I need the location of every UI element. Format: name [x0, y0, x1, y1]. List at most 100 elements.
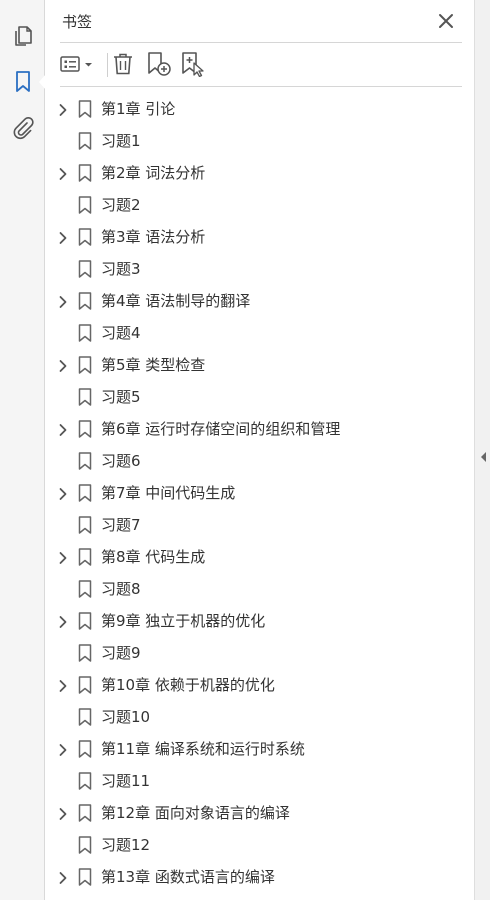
bookmark-label[interactable]: 第12章 面向对象语言的编译 — [101, 803, 290, 823]
bookmark-label[interactable]: 第11章 编译系统和运行时系统 — [101, 739, 305, 759]
bookmark-label[interactable]: 习题12 — [101, 835, 150, 855]
new-bookmark-button[interactable] — [146, 50, 172, 78]
bookmark-icon — [78, 612, 92, 630]
navigation-rail — [0, 0, 45, 900]
chevron-right-icon[interactable] — [58, 358, 68, 372]
bookmark-label[interactable]: 第6章 运行时存储空间的组织和管理 — [101, 419, 340, 439]
bookmark-icon — [78, 772, 92, 790]
bookmark-icon — [78, 868, 92, 886]
chevron-right-icon[interactable] — [58, 550, 68, 564]
bookmark-label[interactable]: 第7章 中间代码生成 — [101, 483, 235, 503]
bookmark-item[interactable]: 习题9 — [46, 637, 474, 669]
bookmark-icon — [78, 580, 92, 598]
bookmark-label[interactable]: 第9章 独立于机器的优化 — [101, 611, 265, 631]
bookmark-label[interactable]: 习题6 — [101, 451, 141, 471]
new-bookmark-from-structure-button[interactable] — [180, 50, 206, 78]
bookmark-icon — [78, 196, 92, 214]
panel-splitter[interactable] — [474, 0, 490, 900]
bookmark-label[interactable]: 习题10 — [101, 707, 150, 727]
delete-button[interactable] — [112, 50, 134, 78]
bookmark-item[interactable]: 第3章 语法分析 — [46, 221, 474, 253]
chevron-right-icon[interactable] — [58, 806, 68, 820]
bookmark-icon — [78, 420, 92, 438]
bookmark-label[interactable]: 第13章 函数式语言的编译 — [101, 867, 275, 887]
bookmark-icon — [78, 804, 92, 822]
bookmark-icon — [78, 484, 92, 502]
bookmark-item[interactable]: 习题10 — [46, 701, 474, 733]
bookmark-item[interactable]: 第13章 函数式语言的编译 — [46, 861, 474, 893]
attachment-icon[interactable] — [9, 114, 37, 142]
new-bookmark-icon — [148, 52, 171, 76]
options-menu-icon — [60, 56, 92, 72]
bookmark-label[interactable]: 第4章 语法制导的翻译 — [101, 291, 250, 311]
chevron-right-icon[interactable] — [58, 742, 68, 756]
close-icon[interactable] — [437, 12, 455, 30]
bookmark-item[interactable]: 习题12 — [46, 829, 474, 861]
bookmark-label[interactable]: 习题7 — [101, 515, 141, 535]
chevron-right-icon[interactable] — [58, 294, 68, 308]
bookmark-icon — [78, 164, 92, 182]
bookmarks-toolbar — [60, 50, 360, 80]
bookmark-icon — [78, 516, 92, 534]
bookmark-icon — [78, 740, 92, 758]
bookmark-item[interactable]: 第5章 类型检查 — [46, 349, 474, 381]
bookmark-item[interactable]: 习题5 — [46, 381, 474, 413]
bookmark-icon — [78, 676, 92, 694]
chevron-right-icon[interactable] — [58, 614, 68, 628]
bookmark-item[interactable]: 第7章 中间代码生成 — [46, 477, 474, 509]
bookmark-label[interactable]: 习题11 — [101, 771, 150, 791]
bookmark-item[interactable]: 第9章 独立于机器的优化 — [46, 605, 474, 637]
bookmark-item[interactable]: 第12章 面向对象语言的编译 — [46, 797, 474, 829]
bookmark-icon — [78, 548, 92, 566]
delete-icon — [114, 53, 132, 75]
bookmark-item[interactable]: 第8章 代码生成 — [46, 541, 474, 573]
chevron-right-icon[interactable] — [58, 486, 68, 500]
bookmark-item[interactable]: 习题8 — [46, 573, 474, 605]
bookmark-label[interactable]: 习题2 — [101, 195, 141, 215]
bookmark-item[interactable]: 习题7 — [46, 509, 474, 541]
bookmarks-panel: 书签 第1章 引论 习题1 第2章 词法分析 习题2 第3章 语法分析 习题3 … — [46, 0, 474, 900]
new-bookmark-from-structure-icon — [182, 52, 204, 77]
bookmark-icon — [78, 836, 92, 854]
chevron-right-icon[interactable] — [58, 102, 68, 116]
collapse-arrow-icon[interactable] — [481, 452, 486, 462]
bookmark-label[interactable]: 第8章 代码生成 — [101, 547, 205, 567]
bookmark-label[interactable]: 习题8 — [101, 579, 141, 599]
bookmark-icon[interactable] — [9, 68, 37, 96]
chevron-right-icon[interactable] — [58, 870, 68, 884]
bookmark-item[interactable]: 习题11 — [46, 765, 474, 797]
bookmark-item[interactable]: 习题6 — [46, 445, 474, 477]
bookmark-item[interactable]: 习题2 — [46, 189, 474, 221]
pages-icon[interactable] — [9, 22, 37, 50]
bookmark-label[interactable]: 第1章 引论 — [101, 99, 175, 119]
divider — [60, 86, 462, 87]
bookmark-icon — [78, 100, 92, 118]
bookmark-item[interactable]: 习题4 — [46, 317, 474, 349]
bookmark-item[interactable]: 第1章 引论 — [46, 93, 474, 125]
chevron-right-icon[interactable] — [58, 166, 68, 180]
bookmark-icon — [78, 292, 92, 310]
options-menu-button[interactable] — [60, 50, 96, 78]
bookmark-item[interactable]: 习题1 — [46, 125, 474, 157]
bookmark-item[interactable]: 第4章 语法制导的翻译 — [46, 285, 474, 317]
bookmark-label[interactable]: 习题9 — [101, 643, 141, 663]
divider — [60, 42, 462, 43]
chevron-right-icon[interactable] — [58, 230, 68, 244]
bookmark-label[interactable]: 第3章 语法分析 — [101, 227, 205, 247]
bookmark-icon — [78, 452, 92, 470]
bookmark-item[interactable]: 第6章 运行时存储空间的组织和管理 — [46, 413, 474, 445]
bookmark-label[interactable]: 习题5 — [101, 387, 141, 407]
chevron-right-icon[interactable] — [58, 678, 68, 692]
bookmark-item[interactable]: 第10章 依赖于机器的优化 — [46, 669, 474, 701]
chevron-right-icon[interactable] — [58, 422, 68, 436]
bookmark-item[interactable]: 第2章 词法分析 — [46, 157, 474, 189]
bookmark-item[interactable]: 习题3 — [46, 253, 474, 285]
bookmark-label[interactable]: 习题4 — [101, 323, 141, 343]
bookmark-label[interactable]: 习题1 — [101, 131, 141, 151]
bookmark-icon — [78, 324, 92, 342]
bookmark-item[interactable]: 第11章 编译系统和运行时系统 — [46, 733, 474, 765]
bookmark-label[interactable]: 第5章 类型检查 — [101, 355, 205, 375]
bookmark-label[interactable]: 第2章 词法分析 — [101, 163, 205, 183]
bookmark-label[interactable]: 习题3 — [101, 259, 141, 279]
bookmark-label[interactable]: 第10章 依赖于机器的优化 — [101, 675, 275, 695]
